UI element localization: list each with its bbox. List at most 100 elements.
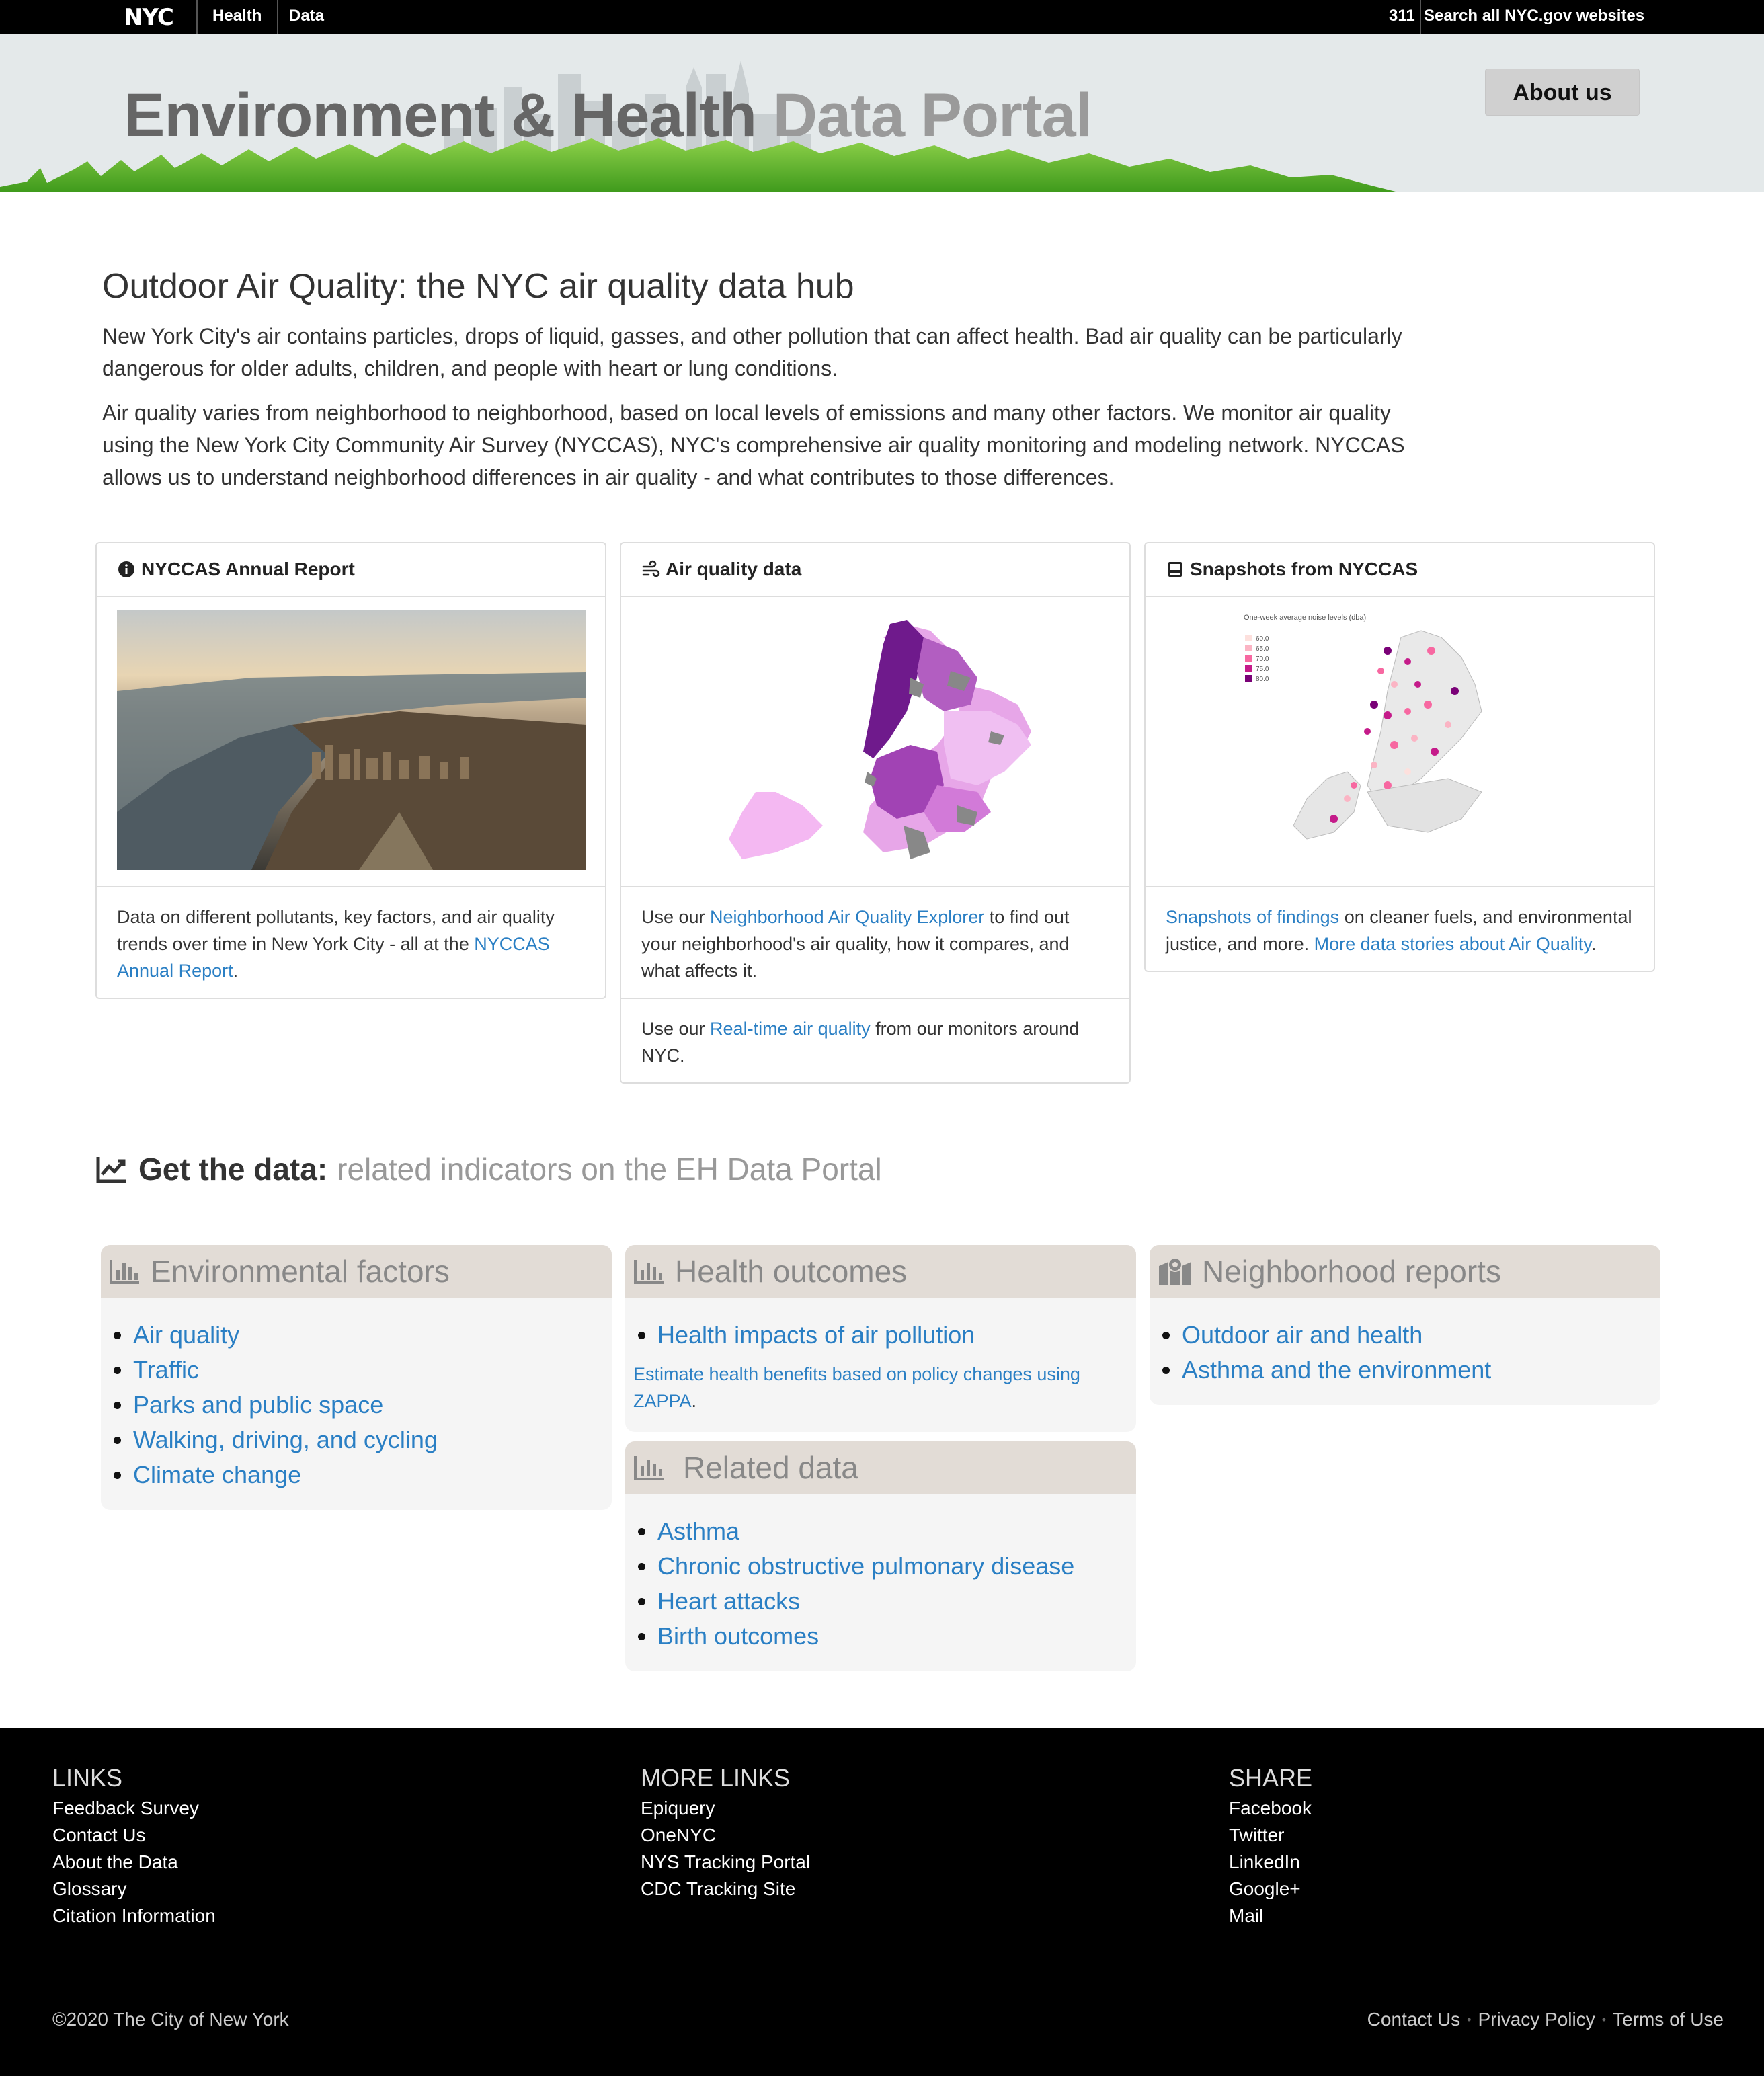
legend-label: 65.0: [1256, 645, 1269, 653]
legend-label: 75.0: [1256, 666, 1269, 673]
share-googleplus-link[interactable]: Google+: [1229, 1876, 1312, 1903]
share-twitter-link[interactable]: Twitter: [1229, 1822, 1312, 1849]
footer-column-title: SHARE: [1229, 1764, 1313, 1792]
panel-title: Neighborhood reports: [1202, 1254, 1501, 1289]
separator-dot: •: [1601, 2012, 1607, 2026]
link-heart-attacks[interactable]: Heart attacks: [657, 1584, 1136, 1619]
about-us-button[interactable]: About us: [1485, 69, 1640, 116]
panel-neighborhood-reports: Neighborhood reports Outdoor air and hea…: [1150, 1245, 1660, 1405]
zappa-link[interactable]: Estimate health benefits based on policy…: [633, 1364, 1080, 1411]
intro-paragraph-2: Air quality varies from neighborhood to …: [102, 401, 1405, 489]
zappa-note: Estimate health benefits based on policy…: [625, 1361, 1136, 1432]
intro-paragraph-1: New York City's air contains particles, …: [102, 324, 1402, 381]
get-the-data-label: Get the data:: [138, 1152, 328, 1187]
snapshots-of-findings-link[interactable]: Snapshots of findings: [1166, 907, 1339, 927]
link-asthma[interactable]: Asthma: [657, 1514, 1136, 1549]
nav-divider: [1420, 0, 1421, 34]
link-air-quality[interactable]: Air quality: [133, 1318, 612, 1353]
panel-list: Asthma Chronic obstructive pulmonary dis…: [625, 1494, 1136, 1671]
link-parks[interactable]: Parks and public space: [133, 1388, 612, 1423]
link-birth-outcomes[interactable]: Birth outcomes: [657, 1619, 1136, 1654]
nav-divider: [196, 0, 198, 34]
intro-section: Outdoor Air Quality: the NYC air quality…: [102, 266, 1420, 506]
noise-levels-map[interactable]: One-week average noise levels (dba) 60.0…: [1166, 610, 1635, 870]
card-body: Data on different pollutants, key factor…: [97, 887, 605, 998]
separator-dot: •: [1467, 2012, 1472, 2026]
site-footer: LINKS Feedback Survey Contact Us About t…: [0, 1728, 1764, 2076]
card-text-end: .: [1591, 934, 1597, 954]
legend-label: 80.0: [1256, 676, 1269, 683]
link-copd[interactable]: Chronic obstructive pulmonary disease: [657, 1549, 1136, 1584]
link-traffic[interactable]: Traffic: [133, 1353, 612, 1388]
nav-health-link[interactable]: Health: [212, 7, 262, 26]
card-image-area: [621, 597, 1129, 887]
card-title: Air quality data: [666, 559, 802, 580]
card-title: NYCCAS Annual Report: [141, 559, 355, 580]
link-walking-driving-cycling[interactable]: Walking, driving, and cycling: [133, 1423, 612, 1458]
nyc-aerial-photo[interactable]: [117, 610, 586, 870]
link-health-impacts[interactable]: Health impacts of air pollution: [657, 1318, 1136, 1353]
panel-header: Health outcomes: [625, 1245, 1136, 1298]
panel-header: Related data: [625, 1441, 1136, 1494]
card-header: NYCCAS Annual Report: [97, 543, 605, 597]
footer-link-contact[interactable]: Contact Us: [52, 1822, 216, 1849]
card-header: Snapshots from NYCCAS: [1146, 543, 1654, 597]
nyc-top-bar: NYC Health Data 311 Search all NYC.gov w…: [0, 0, 1764, 34]
panel-title: Related data: [683, 1450, 858, 1485]
portal-banner: Environment & Health Data Portal About u…: [0, 34, 1764, 192]
footer-link-nys-tracking[interactable]: NYS Tracking Portal: [641, 1849, 810, 1876]
panel-header: Environmental factors: [101, 1245, 612, 1298]
share-mail-link[interactable]: Mail: [1229, 1903, 1312, 1929]
more-data-stories-link[interactable]: More data stories about Air Quality: [1314, 934, 1591, 954]
nyc-air-quality-map[interactable]: [641, 610, 1111, 870]
real-time-air-quality-link[interactable]: Real-time air quality: [710, 1019, 871, 1039]
card-body-2: Use our Real-time air quality from our m…: [621, 998, 1129, 1082]
panel-list: Health impacts of air pollution: [625, 1298, 1136, 1370]
bar-chart-icon: [634, 1456, 664, 1480]
bar-chart-icon: [110, 1260, 139, 1284]
nav-data-link[interactable]: Data: [289, 7, 324, 26]
footer-more-links-column: MORE LINKS Epiquery OneNYC NYS Tracking …: [641, 1764, 810, 1903]
footer-link-feedback[interactable]: Feedback Survey: [52, 1795, 216, 1822]
card-nyccas-report: NYCCAS Annual Report Data on different p…: [95, 542, 606, 999]
card-snapshots: Snapshots from NYCCAS One-week average n…: [1144, 542, 1655, 972]
footer-bottom-links: Contact Us • Privacy Policy • Terms of U…: [1367, 2009, 1724, 2030]
page-title: Outdoor Air Quality: the NYC air quality…: [102, 267, 854, 306]
footer-contact-us-link[interactable]: Contact Us: [1367, 2009, 1461, 2030]
panel-list: Outdoor air and health Asthma and the en…: [1150, 1298, 1660, 1405]
card-body: Use our Neighborhood Air Quality Explore…: [621, 887, 1129, 998]
get-the-data-subtitle: related indicators on the EH Data Portal: [337, 1152, 882, 1187]
footer-link-epiquery[interactable]: Epiquery: [641, 1795, 810, 1822]
share-facebook-link[interactable]: Facebook: [1229, 1795, 1312, 1822]
share-linkedin-link[interactable]: LinkedIn: [1229, 1849, 1312, 1876]
get-the-data-heading: Get the data: related indicators on the …: [95, 1151, 882, 1187]
legend-label: 60.0: [1256, 635, 1269, 643]
footer-link-onenyc[interactable]: OneNYC: [641, 1822, 810, 1849]
map-legend: 60.0 65.0 70.0 75.0 80.0: [1245, 635, 1269, 683]
search-nyc-link[interactable]: Search all NYC.gov websites: [1424, 7, 1644, 26]
nav-divider: [277, 0, 278, 34]
link-311[interactable]: 311: [1389, 7, 1415, 26]
card-image-area: [97, 597, 605, 887]
card-air-quality-data: Air quality data Use our Neighborhood Ai…: [620, 542, 1131, 1084]
link-asthma-and-environment[interactable]: Asthma and the environment: [1182, 1353, 1660, 1388]
neighborhood-air-quality-explorer-link[interactable]: Neighborhood Air Quality Explorer: [710, 907, 984, 927]
note-end: .: [691, 1391, 697, 1411]
link-outdoor-air-and-health[interactable]: Outdoor air and health: [1182, 1318, 1660, 1353]
footer-link-glossary[interactable]: Glossary: [52, 1876, 216, 1903]
footer-column-title: LINKS: [52, 1764, 123, 1792]
footer-link-cdc-tracking[interactable]: CDC Tracking Site: [641, 1876, 810, 1903]
info-circle-icon: [118, 561, 134, 577]
footer-link-about-data[interactable]: About the Data: [52, 1849, 216, 1876]
nyc-logo[interactable]: NYC: [124, 4, 174, 31]
card-body: Snapshots of findings on cleaner fuels, …: [1146, 887, 1654, 971]
footer-link-citation[interactable]: Citation Information: [52, 1903, 216, 1929]
link-climate-change[interactable]: Climate change: [133, 1458, 612, 1492]
book-icon: [1168, 562, 1182, 577]
card-image-area: One-week average noise levels (dba) 60.0…: [1146, 597, 1654, 887]
wind-icon: [642, 560, 660, 577]
footer-terms-link[interactable]: Terms of Use: [1613, 2009, 1724, 2030]
panel-title: Health outcomes: [675, 1254, 908, 1289]
card-header: Air quality data: [621, 543, 1129, 597]
footer-privacy-link[interactable]: Privacy Policy: [1478, 2009, 1595, 2030]
